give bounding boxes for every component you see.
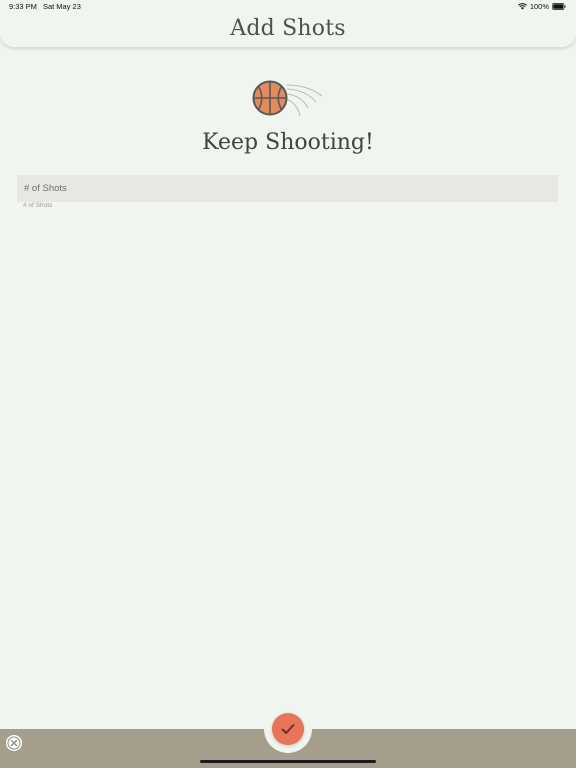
status-left: 9:33 PM Sat May 23 bbox=[9, 2, 81, 11]
status-right: 100% bbox=[517, 2, 566, 11]
battery-percent: 100% bbox=[529, 2, 549, 11]
shots-input[interactable] bbox=[17, 175, 558, 202]
close-button[interactable] bbox=[6, 735, 22, 751]
home-indicator bbox=[200, 760, 376, 763]
hero-heading: Keep Shooting! bbox=[202, 130, 374, 155]
confirm-button[interactable] bbox=[272, 713, 304, 745]
page-title: Add Shots bbox=[230, 16, 346, 41]
close-icon bbox=[7, 736, 21, 750]
status-bar: 9:33 PM Sat May 23 100% bbox=[0, 0, 576, 14]
wifi-icon bbox=[517, 3, 527, 10]
status-time: 9:33 PM bbox=[9, 2, 37, 11]
checkmark-icon bbox=[281, 724, 295, 734]
shots-helper-text: # of Shots bbox=[23, 202, 53, 209]
battery-icon bbox=[552, 3, 566, 10]
status-date: Sat May 23 bbox=[42, 2, 81, 11]
basketball-icon bbox=[252, 80, 323, 117]
